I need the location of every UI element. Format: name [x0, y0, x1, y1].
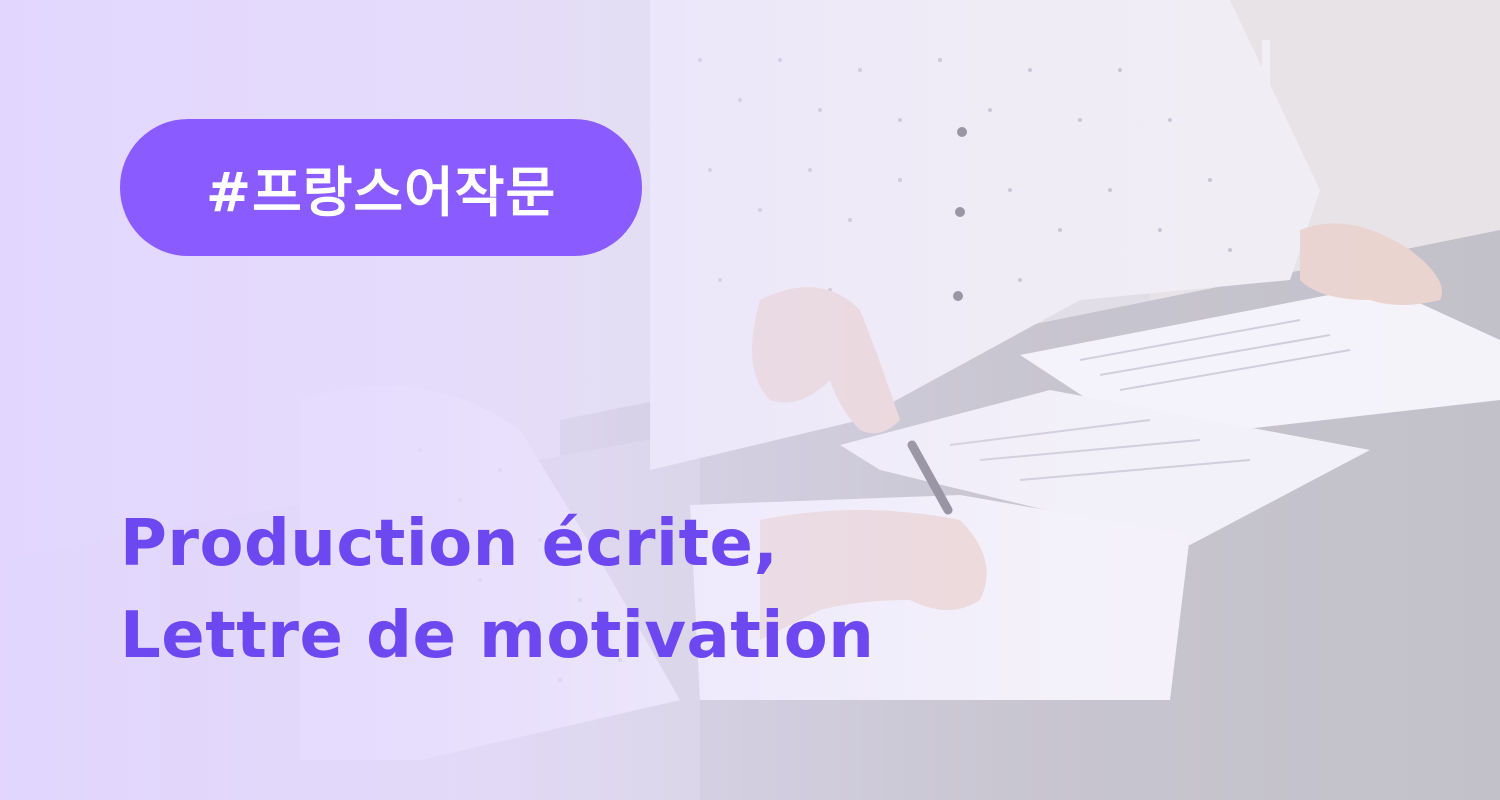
- hashtag-pill: #프랑스어작문: [120, 119, 642, 256]
- headline-line-1: Production écrite,: [120, 507, 779, 581]
- hashtag-label: #프랑스어작문: [205, 161, 557, 224]
- headline-line-2: Lettre de motivation: [120, 599, 875, 673]
- banner-headline: Production écrite, Lettre de motivation: [120, 498, 1020, 682]
